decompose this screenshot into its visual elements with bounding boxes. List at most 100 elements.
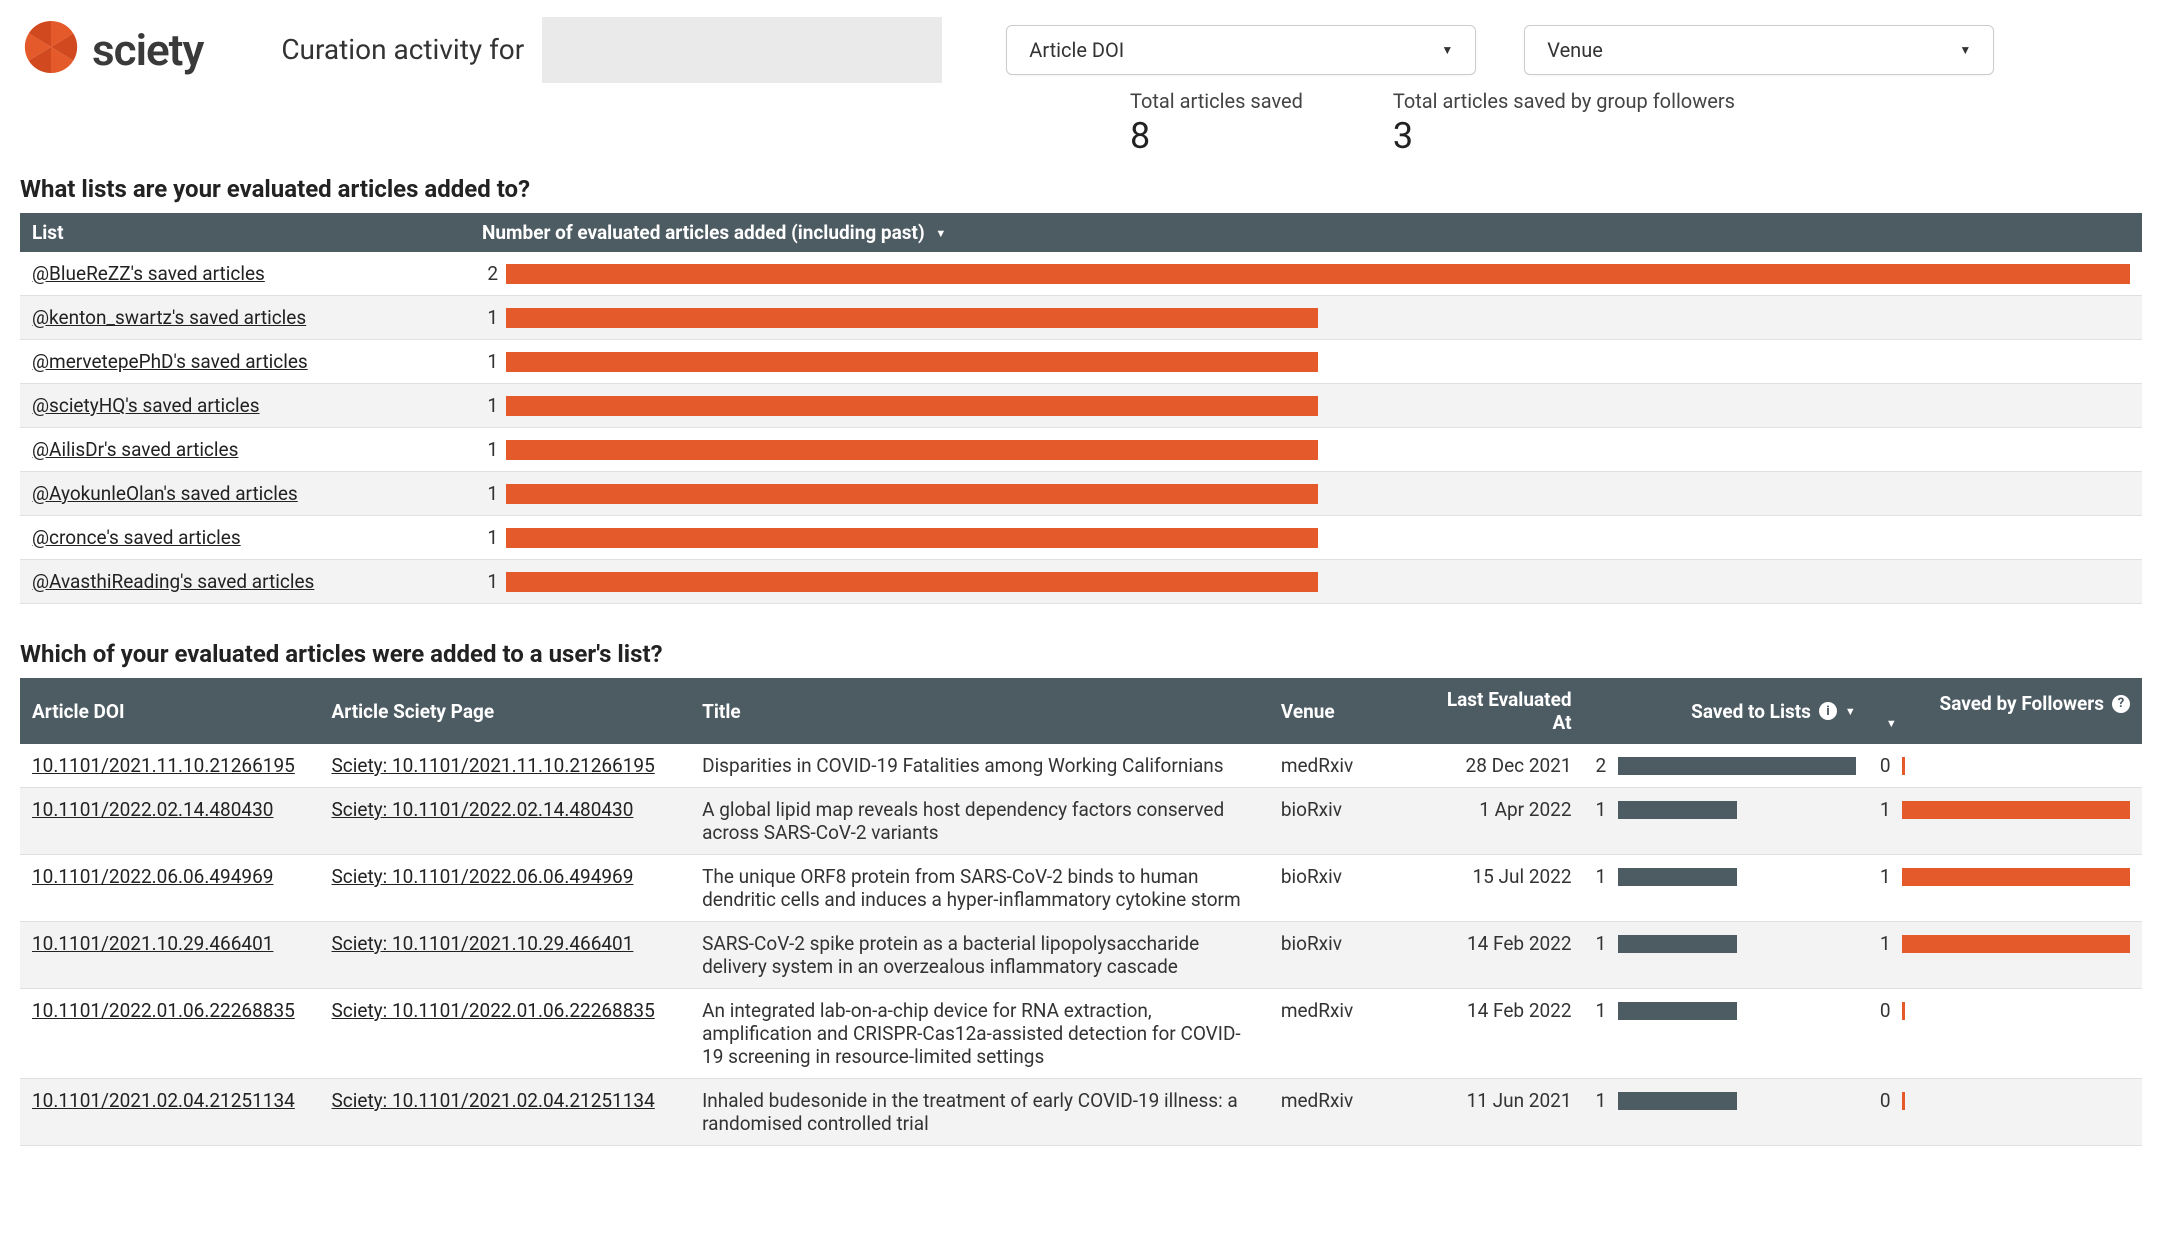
bar-value: 1 bbox=[482, 394, 498, 417]
stat-total-followers: Total articles saved by group followers … bbox=[1393, 89, 1735, 157]
bar-fill bbox=[506, 264, 2130, 284]
table-row: @AilisDr's saved articles 1 bbox=[20, 428, 2142, 472]
saved-bar: 1 bbox=[1596, 999, 1856, 1022]
saved-bar: 1 bbox=[1596, 1089, 1856, 1112]
sciety-page-link[interactable]: Sciety: 10.1101/2022.02.14.480430 bbox=[332, 798, 634, 821]
bar-value: 0 bbox=[1880, 999, 1894, 1022]
bar-value: 1 bbox=[1880, 798, 1894, 821]
article-title: The unique ORF8 protein from SARS-CoV-2 … bbox=[690, 855, 1269, 922]
sort-desc-icon: ▼ bbox=[935, 227, 946, 240]
doi-link[interactable]: 10.1101/2022.06.06.494969 bbox=[32, 865, 273, 888]
list-link[interactable]: @scietyHQ's saved articles bbox=[32, 394, 260, 417]
bar-fill bbox=[506, 396, 1318, 416]
list-link[interactable]: @cronce's saved articles bbox=[32, 526, 241, 549]
bar-cell: 1 bbox=[482, 482, 2130, 505]
bar-value: 1 bbox=[482, 570, 498, 593]
bar-value: 0 bbox=[1880, 754, 1894, 777]
article-title: Disparities in COVID-19 Fatalities among… bbox=[690, 744, 1269, 788]
col-header-venue[interactable]: Venue bbox=[1269, 678, 1421, 744]
bar-track bbox=[506, 440, 2130, 460]
sort-desc-icon: ▼ bbox=[1886, 717, 2130, 730]
article-title: SARS-CoV-2 spike protein as a bacterial … bbox=[690, 922, 1269, 989]
info-icon[interactable]: i bbox=[1819, 702, 1837, 720]
bar-fill bbox=[1902, 801, 2130, 819]
bar-value: 2 bbox=[1596, 754, 1610, 777]
bar-cell: 2 bbox=[482, 262, 2130, 285]
bar-fill bbox=[1618, 935, 1737, 953]
bar-track bbox=[506, 528, 2130, 548]
last-evaluated-date: 15 Jul 2022 bbox=[1421, 855, 1583, 922]
sciety-page-link[interactable]: Sciety: 10.1101/2021.02.04.21251134 bbox=[332, 1089, 655, 1112]
venue-dropdown[interactable]: Venue ▼ bbox=[1524, 25, 1994, 75]
list-link[interactable]: @BlueReZZ's saved articles bbox=[32, 262, 265, 285]
doi-link[interactable]: 10.1101/2021.10.29.466401 bbox=[32, 932, 273, 955]
list-link[interactable]: @kenton_swartz's saved articles bbox=[32, 306, 306, 329]
bar-cell: 1 bbox=[482, 306, 2130, 329]
table-row: @kenton_swartz's saved articles 1 bbox=[20, 296, 2142, 340]
doi-link[interactable]: 10.1101/2021.02.04.21251134 bbox=[32, 1089, 295, 1112]
bar-track bbox=[506, 396, 2130, 416]
last-evaluated-date: 28 Dec 2021 bbox=[1421, 744, 1583, 788]
bar-track bbox=[1902, 935, 2130, 953]
bar-track bbox=[506, 352, 2130, 372]
col-header-list[interactable]: List bbox=[20, 213, 470, 252]
table-row: @AyokunleOlan's saved articles 1 bbox=[20, 472, 2142, 516]
col-header-count[interactable]: Number of evaluated articles added (incl… bbox=[470, 213, 2142, 252]
bar-fill bbox=[506, 352, 1318, 372]
stats-row: Total articles saved 8 Total articles sa… bbox=[1130, 89, 2142, 157]
filter-input[interactable] bbox=[542, 17, 942, 83]
bar-cell: 1 bbox=[482, 438, 2130, 461]
bar-value: 1 bbox=[482, 482, 498, 505]
bar-value: 1 bbox=[1880, 932, 1894, 955]
sciety-page-link[interactable]: Sciety: 10.1101/2022.01.06.22268835 bbox=[332, 999, 655, 1022]
bar-value: 1 bbox=[482, 526, 498, 549]
bar-track bbox=[506, 484, 2130, 504]
stat-label: Total articles saved bbox=[1130, 89, 1303, 113]
list-link[interactable]: @AilisDr's saved articles bbox=[32, 438, 238, 461]
bar-value: 1 bbox=[1596, 865, 1610, 888]
sciety-page-link[interactable]: Sciety: 10.1101/2021.10.29.466401 bbox=[332, 932, 634, 955]
list-link[interactable]: @AyokunleOlan's saved articles bbox=[32, 482, 298, 505]
bar-fill bbox=[1618, 868, 1737, 886]
table-row: @BlueReZZ's saved articles 2 bbox=[20, 252, 2142, 296]
bar-track bbox=[1902, 1002, 2130, 1020]
article-venue: bioRxiv bbox=[1269, 922, 1421, 989]
article-doi-dropdown[interactable]: Article DOI ▼ bbox=[1006, 25, 1476, 75]
col-header-doi[interactable]: Article DOI bbox=[20, 678, 320, 744]
doi-link[interactable]: 10.1101/2022.01.06.22268835 bbox=[32, 999, 295, 1022]
list-link[interactable]: @AvasthiReading's saved articles bbox=[32, 570, 314, 593]
bar-fill bbox=[1618, 757, 1856, 775]
doi-link[interactable]: 10.1101/2021.11.10.21266195 bbox=[32, 754, 295, 777]
logo-icon bbox=[20, 16, 82, 83]
stat-total-saved: Total articles saved 8 bbox=[1130, 89, 1303, 157]
bar-fill bbox=[1902, 935, 2130, 953]
doi-link[interactable]: 10.1101/2022.02.14.480430 bbox=[32, 798, 273, 821]
logo[interactable]: sciety bbox=[20, 16, 203, 83]
info-icon[interactable]: ? bbox=[2112, 695, 2130, 713]
col-header-saved-followers[interactable]: Saved by Followers ? ▼ bbox=[1868, 678, 2142, 744]
list-link[interactable]: @mervetepePhD's saved articles bbox=[32, 350, 308, 373]
bar-fill bbox=[506, 484, 1318, 504]
bar-fill bbox=[506, 528, 1318, 548]
col-header-page[interactable]: Article Sciety Page bbox=[320, 678, 691, 744]
bar-fill bbox=[506, 440, 1318, 460]
chevron-down-icon: ▼ bbox=[1441, 43, 1453, 57]
bar-value: 1 bbox=[1596, 999, 1610, 1022]
col-header-saved-lists[interactable]: Saved to Lists i ▼ bbox=[1584, 678, 1868, 744]
sciety-page-link[interactable]: Sciety: 10.1101/2021.11.10.21266195 bbox=[332, 754, 655, 777]
article-venue: bioRxiv bbox=[1269, 788, 1421, 855]
header: sciety Curation activity for Article DOI… bbox=[20, 16, 2142, 83]
sciety-page-link[interactable]: Sciety: 10.1101/2022.06.06.494969 bbox=[332, 865, 634, 888]
saved-bar: 1 bbox=[1596, 932, 1856, 955]
saved-bar: 1 bbox=[1596, 798, 1856, 821]
bar-track bbox=[1902, 801, 2130, 819]
col-header-last-eval[interactable]: Last Evaluated At bbox=[1421, 678, 1583, 744]
table-row: @cronce's saved articles 1 bbox=[20, 516, 2142, 560]
bar-track bbox=[1618, 1002, 1856, 1020]
last-evaluated-date: 14 Feb 2022 bbox=[1421, 989, 1583, 1079]
bar-fill bbox=[1618, 1092, 1737, 1110]
zero-tick bbox=[1902, 757, 1905, 775]
bar-value: 1 bbox=[482, 438, 498, 461]
col-header-title[interactable]: Title bbox=[690, 678, 1269, 744]
bar-fill bbox=[1902, 868, 2130, 886]
